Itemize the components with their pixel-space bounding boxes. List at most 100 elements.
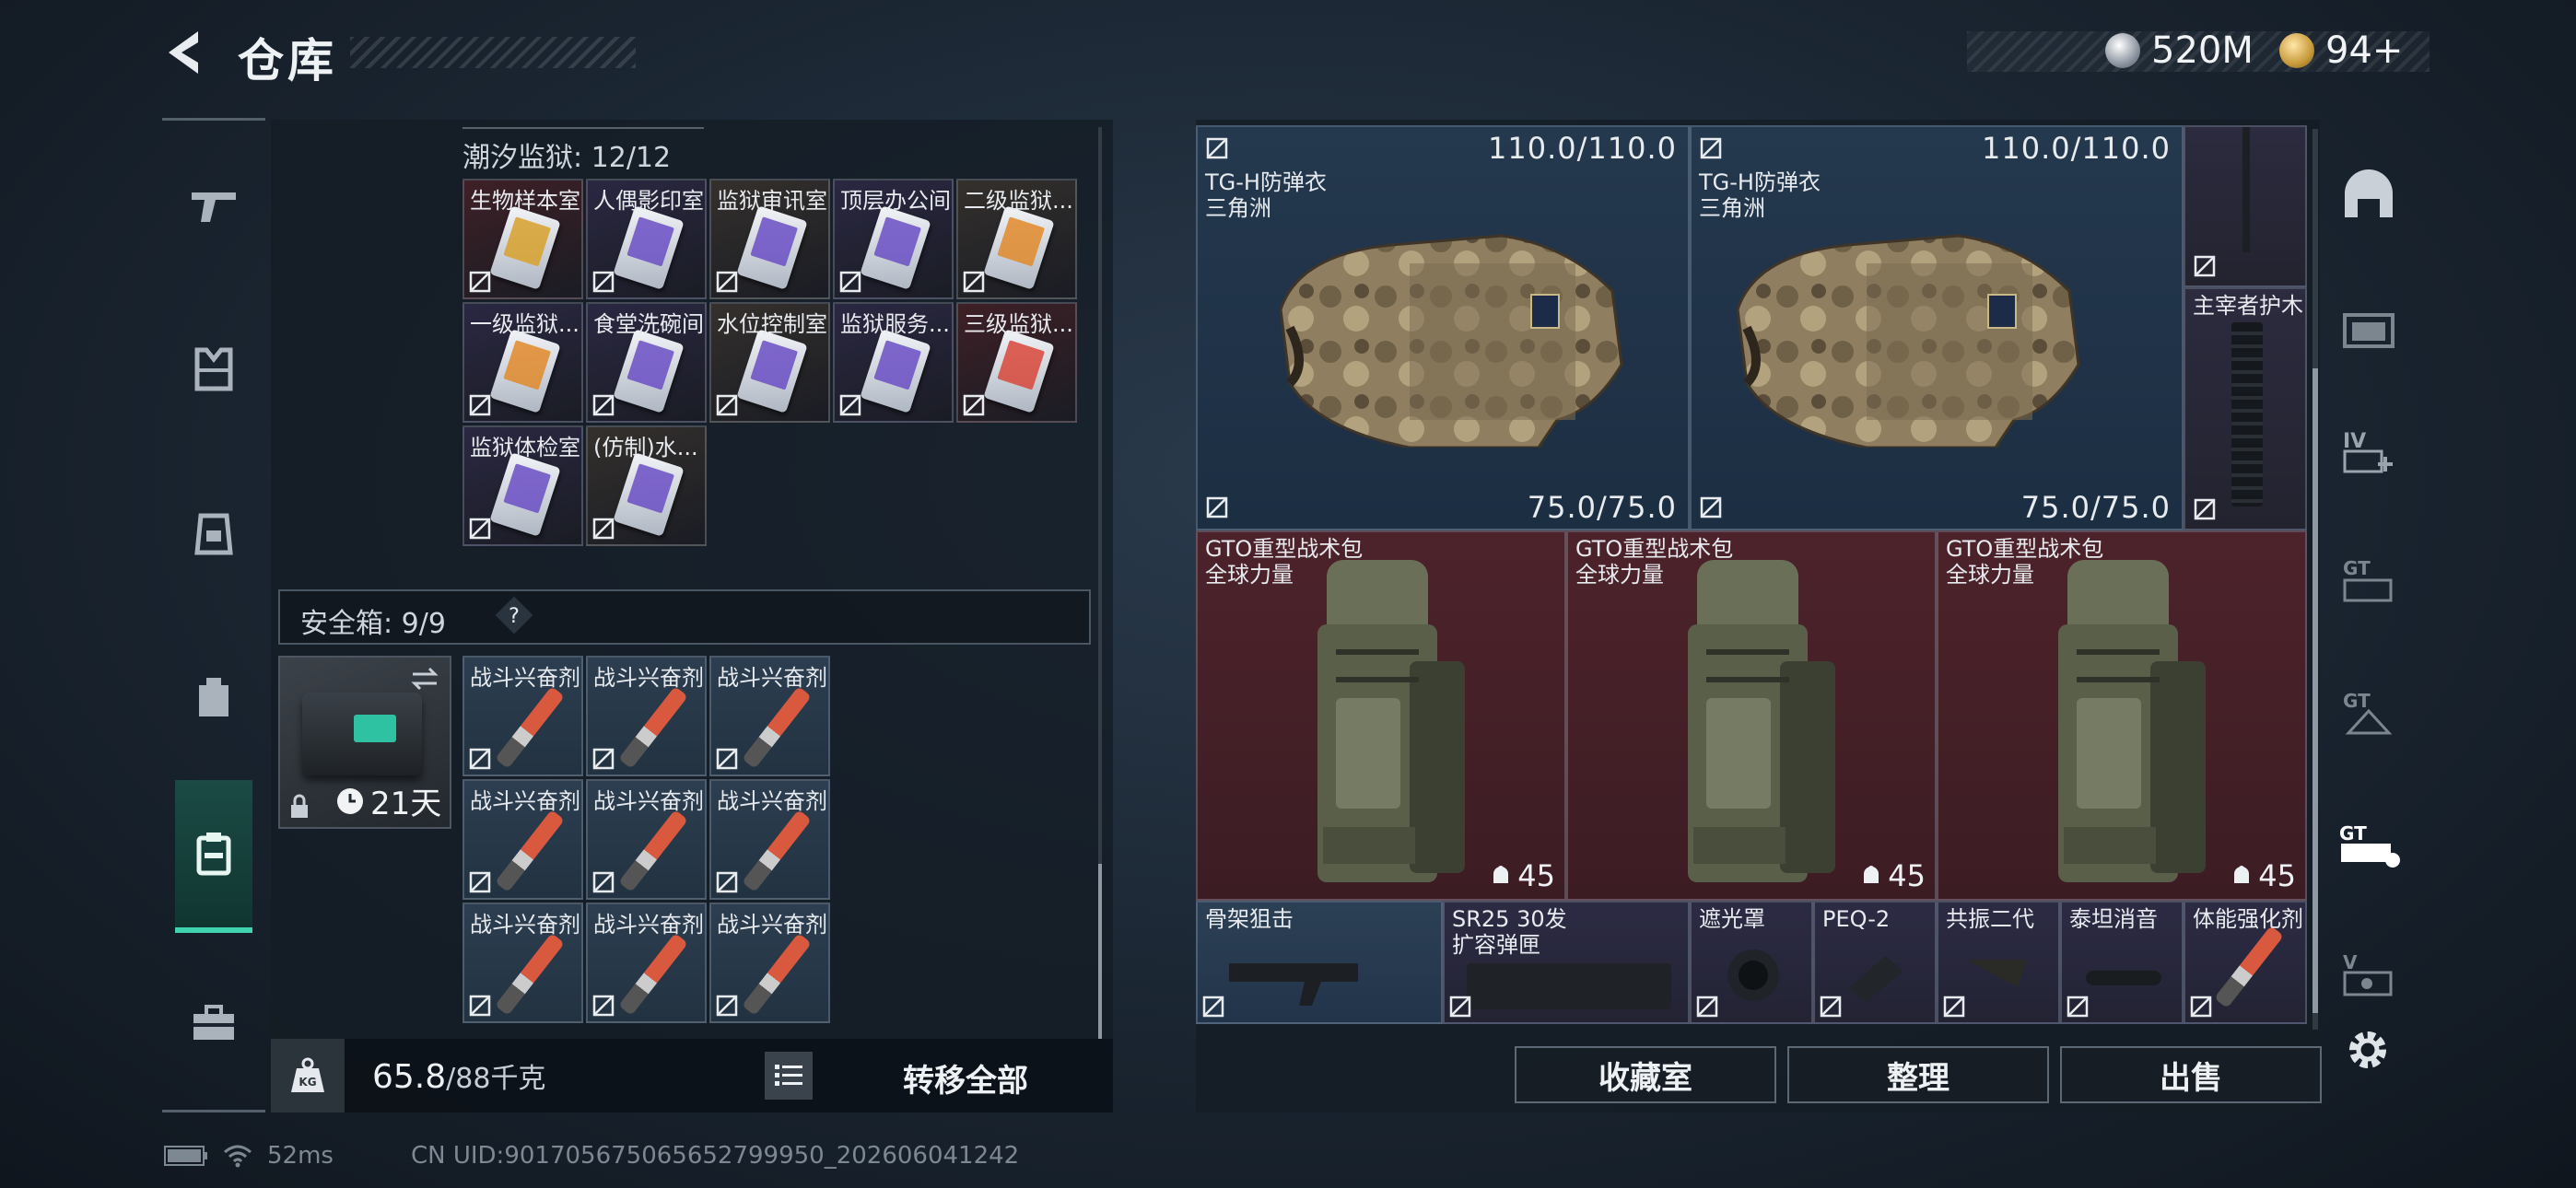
- stim-item[interactable]: 战斗兴奋剂: [709, 656, 830, 776]
- attachment-item[interactable]: 骨架狙击: [1196, 901, 1443, 1024]
- nav-weapons[interactable]: [162, 150, 265, 261]
- keycard-image: [860, 329, 931, 413]
- attachment-item[interactable]: 体能强化剂: [2184, 901, 2307, 1024]
- list-icon: [775, 1065, 802, 1086]
- money-amount: 520M: [2151, 29, 2254, 72]
- stim-item[interactable]: 战斗兴奋剂: [463, 903, 583, 1023]
- no-sell-marker: [591, 517, 615, 541]
- armor-durability-current: 75.0/75.0: [2020, 490, 2171, 525]
- keycard-item[interactable]: 监狱服务...: [833, 302, 954, 423]
- no-sell-icon: [469, 995, 491, 1017]
- scrollbar-thumb[interactable]: [1098, 864, 1102, 1039]
- transfer-all-button[interactable]: 转移全部: [903, 1055, 1028, 1101]
- no-sell-marker: [468, 517, 492, 541]
- keycard-item[interactable]: 水位控制室: [709, 302, 830, 423]
- backpack-image: [1688, 560, 1835, 882]
- armor-item-2[interactable]: 110.0/110.0 TG-H防弹衣 三角洲 75.0/75.0: [1690, 125, 2184, 530]
- safebox-image: [302, 693, 422, 775]
- attachment-item[interactable]: SR25 30发 扩容弹匣: [1443, 901, 1690, 1024]
- stim-syringe-image: [618, 686, 688, 769]
- nav-backpack[interactable]: [162, 642, 265, 752]
- keycard-item[interactable]: 生物样本室: [463, 179, 583, 299]
- no-sell-marker: [715, 393, 739, 417]
- stim-label: 战斗兴奋剂: [717, 912, 827, 938]
- nav-page-5[interactable]: V: [2327, 928, 2410, 1020]
- currency-money[interactable]: 520M: [2105, 29, 2254, 72]
- safebox-slot[interactable]: 21天: [278, 656, 451, 829]
- svg-text:IV: IV: [2343, 430, 2366, 453]
- armor-item-1[interactable]: 110.0/110.0 TG-H防弹衣 三角洲 75.0/75.0: [1196, 125, 1690, 530]
- backpack-item[interactable]: GTO重型战术包 全球力量 45: [1937, 530, 2307, 901]
- side-item-top[interactable]: [2184, 125, 2307, 287]
- currency-tokens[interactable]: 94+: [2279, 29, 2403, 72]
- stim-item[interactable]: 战斗兴奋剂: [463, 779, 583, 900]
- stim-item[interactable]: 战斗兴奋剂: [463, 656, 583, 776]
- attachment-item[interactable]: 遮光罩: [1690, 901, 1813, 1024]
- stim-syringe-image: [2214, 926, 2284, 1008]
- attachment-item[interactable]: 共振二代: [1937, 901, 2060, 1024]
- stim-item[interactable]: 战斗兴奋剂: [586, 656, 707, 776]
- keycard-item[interactable]: 监狱审讯室: [709, 179, 830, 299]
- nav-page-helmet[interactable]: [2327, 147, 2410, 239]
- safebox-timer: 21天: [335, 778, 441, 823]
- no-sell-icon: [1943, 996, 1965, 1018]
- backpack-item[interactable]: GTO重型战术包 全球力量 45: [1566, 530, 1937, 901]
- sort-button[interactable]: 整理: [1787, 1046, 2049, 1103]
- keycard-item[interactable]: 三级监狱...: [956, 302, 1077, 423]
- keycard-item[interactable]: 食堂洗碗间: [586, 302, 707, 423]
- back-button[interactable]: [161, 26, 207, 79]
- scrollbar-track[interactable]: [1098, 127, 1102, 1039]
- attachment-label: PEQ-2: [1822, 906, 1891, 932]
- no-sell-marker: [1201, 995, 1225, 1019]
- stim-item[interactable]: 战斗兴奋剂: [709, 779, 830, 900]
- list-view-button[interactable]: [765, 1052, 813, 1100]
- no-sell-icon: [2190, 996, 2212, 1018]
- collection-room-button[interactable]: 收藏室: [1515, 1046, 1776, 1103]
- storage-scrollbar-thumb[interactable]: [2313, 368, 2318, 1013]
- keycard-item[interactable]: 监狱体检室: [463, 425, 583, 546]
- keycard-item[interactable]: 一级监狱...: [463, 302, 583, 423]
- keycard-item[interactable]: 二级监狱...: [956, 179, 1077, 299]
- weight-current: 65.8: [372, 1058, 447, 1096]
- nav-page-1[interactable]: [2327, 280, 2410, 372]
- weight-icon-box: KG: [271, 1039, 345, 1112]
- nav-page-gt-3-active[interactable]: GT: [2327, 799, 2410, 891]
- no-sell-icon: [592, 995, 615, 1017]
- nav-chest-rig[interactable]: [162, 478, 265, 588]
- no-sell-marker: [468, 747, 492, 771]
- lock-icon: [291, 794, 308, 818]
- help-button[interactable]: ?: [495, 596, 533, 635]
- no-sell-marker: [715, 994, 739, 1018]
- nav-page-gt-1[interactable]: GT: [2327, 534, 2410, 626]
- keycard-item[interactable]: 顶层办公间: [833, 179, 954, 299]
- nav-page-gt-2[interactable]: GT: [2327, 667, 2410, 759]
- no-sell-icon: [469, 748, 491, 770]
- armor-vest-image: [1279, 234, 1623, 448]
- keycard-image: [489, 329, 561, 413]
- stim-item[interactable]: 战斗兴奋剂: [586, 903, 707, 1023]
- nav-page-4[interactable]: IV: [2327, 405, 2410, 497]
- attachment-item[interactable]: 泰坦消音: [2060, 901, 2184, 1024]
- settings-gear-icon[interactable]: [2344, 1026, 2392, 1074]
- coin-icon: [2105, 33, 2140, 68]
- swap-icon[interactable]: [409, 665, 440, 693]
- backpack-image: [2058, 560, 2206, 882]
- keycard-item[interactable]: 人偶影印室: [586, 179, 707, 299]
- nav-armor[interactable]: [162, 314, 265, 425]
- nav-toolbox[interactable]: [162, 968, 265, 1078]
- helmet-icon: [2345, 169, 2393, 217]
- keycard-label: 三级监狱...: [964, 311, 1073, 337]
- stim-item[interactable]: 战斗兴奋剂: [709, 903, 830, 1023]
- keycard-grid: 生物样本室 人偶影印室 监狱审讯室 顶层办公间 二级监狱... 一级监狱... …: [463, 179, 1080, 547]
- attachment-item[interactable]: PEQ-2: [1813, 901, 1937, 1024]
- keycard-item[interactable]: (仿制)水...: [586, 425, 707, 546]
- nav-safebox[interactable]: [175, 780, 252, 933]
- side-item-handguard[interactable]: 主宰者护木: [2184, 287, 2307, 530]
- keycard-label: 监狱审讯室: [717, 188, 827, 214]
- stim-label: 战斗兴奋剂: [593, 665, 704, 691]
- chest-rig-icon: [194, 513, 233, 555]
- sell-button[interactable]: 出售: [2060, 1046, 2322, 1103]
- stim-item[interactable]: 战斗兴奋剂: [586, 779, 707, 900]
- storage-scrollbar[interactable]: [2313, 129, 2318, 1030]
- backpack-item[interactable]: GTO重型战术包 全球力量 45: [1196, 530, 1566, 901]
